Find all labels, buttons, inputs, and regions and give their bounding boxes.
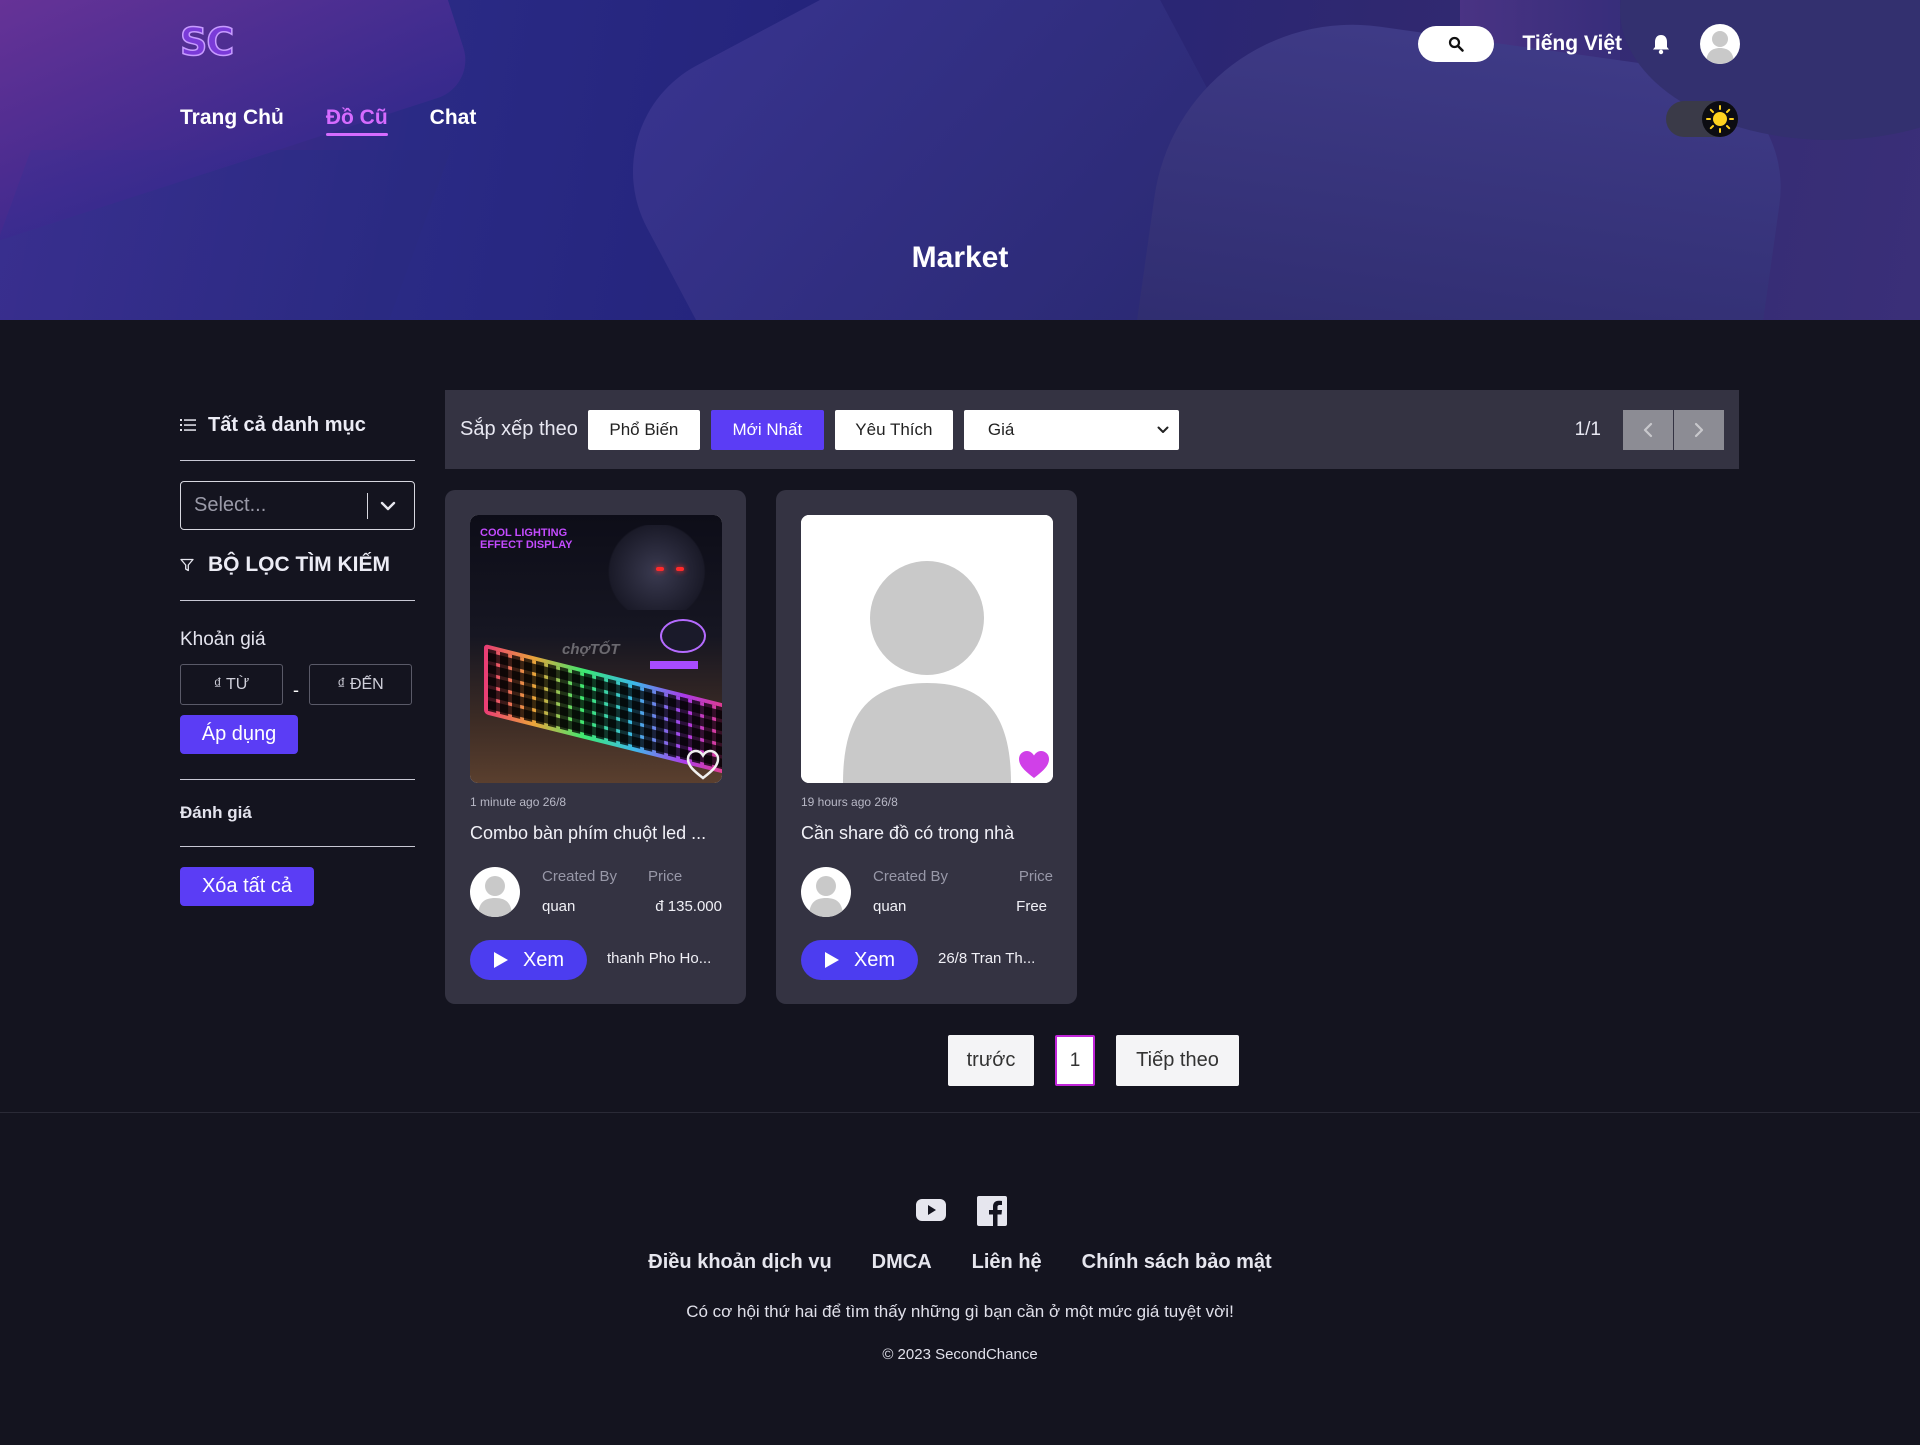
footer-link-dmca[interactable]: DMCA: [872, 1251, 932, 1274]
pagination-next[interactable]: Tiếp theo: [1116, 1035, 1239, 1086]
facebook-icon[interactable]: [977, 1196, 1007, 1226]
category-heading: Tất cả danh mục: [180, 400, 415, 450]
price-separator: -: [293, 680, 299, 700]
category-select[interactable]: Select...: [180, 481, 415, 530]
main-nav: Trang Chủ Đồ Cũ Chat: [180, 106, 476, 136]
nav-used-goods[interactable]: Đồ Cũ: [325, 106, 388, 136]
clear-all-button[interactable]: Xóa tất cả: [180, 867, 314, 906]
sort-price-select-value: Giá: [987, 419, 1015, 439]
list-icon: [180, 419, 196, 431]
product-location: 26/8 Tran Th...: [938, 950, 1036, 967]
user-avatar-icon: [1706, 31, 1734, 64]
footer-link-terms[interactable]: Điều khoản dịch vụ: [648, 1251, 831, 1274]
footer-links: Điều khoản dịch vụ DMCA Liên hệ Chính sá…: [0, 1251, 1920, 1274]
view-button-label: Xem: [853, 948, 896, 971]
image-headline: COOL LIGHTING EFFECT DISPLAY: [480, 527, 573, 551]
posted-time: 1 minute ago 26/8: [470, 795, 567, 809]
page-title: Market: [911, 241, 1009, 274]
user-avatar-icon: [809, 876, 843, 917]
prev-page-button[interactable]: [1623, 409, 1673, 450]
seller-name: quan: [542, 898, 576, 915]
product-title[interactable]: Combo bàn phím chuột led ...: [470, 823, 725, 844]
product-location: thanh Pho Ho...: [607, 950, 712, 967]
product-image[interactable]: COOL LIGHTING EFFECT DISPLAY chợTỐT: [470, 515, 722, 783]
sun-icon: [1706, 105, 1734, 133]
price-range-label: Khoản giá: [180, 629, 266, 650]
chevron-down-icon: [380, 501, 396, 510]
site-logo[interactable]: SC: [179, 19, 235, 65]
language-switcher[interactable]: Tiếng Việt: [1522, 32, 1622, 56]
filter-icon: [180, 558, 194, 572]
user-avatar[interactable]: [1700, 24, 1740, 64]
hero-banner: SC Tiếng Việt Trang Chủ Đồ Cũ Chat Marke…: [0, 0, 1920, 320]
view-button[interactable]: Xem: [470, 940, 587, 980]
category-select-placeholder: Select...: [194, 494, 267, 516]
created-by-label: Created By: [542, 868, 618, 885]
chevron-left-icon: [1643, 422, 1653, 437]
bell-icon: [1653, 35, 1669, 55]
footer-tagline: Có cơ hội thứ hai để tìm thấy những gì b…: [686, 1302, 1234, 1321]
play-icon: [824, 952, 839, 968]
pagination: trước 1 Tiếp theo: [948, 1035, 1239, 1086]
sort-newest-button[interactable]: Mới Nhất: [710, 409, 824, 450]
product-card[interactable]: 19 hours ago 26/8 Cần share đồ có trong …: [776, 490, 1077, 1004]
price-label: Price: [1018, 868, 1053, 885]
sort-label: Sắp xếp theo: [460, 418, 578, 440]
sort-popular-button[interactable]: Phổ Biến: [587, 409, 700, 450]
social-links: [915, 1196, 1007, 1226]
filter-sidebar: Tất cả danh mục Select... Bộ lọc tìm kiế…: [180, 400, 415, 906]
page-count: 1/1: [1574, 418, 1601, 440]
heart-filled-icon[interactable]: [1017, 749, 1051, 781]
pagination-page[interactable]: 1: [1055, 1035, 1095, 1086]
image-watermark: chợTỐT: [562, 641, 620, 658]
view-button-label: Xem: [522, 948, 565, 971]
footer-divider: [0, 1112, 1920, 1113]
seller-avatar[interactable]: [801, 867, 851, 917]
theme-toggle[interactable]: [1666, 101, 1738, 137]
chevron-down-icon: [1157, 426, 1169, 433]
user-avatar-icon: [478, 876, 512, 917]
view-button[interactable]: Xem: [801, 940, 918, 980]
next-page-button[interactable]: [1674, 409, 1724, 450]
chevron-right-icon: [1694, 422, 1704, 437]
heart-outline-icon[interactable]: [686, 749, 720, 781]
footer-copyright: © 2023 SecondChance: [882, 1346, 1038, 1363]
product-price: Free: [1016, 898, 1047, 915]
product-title[interactable]: Cần share đồ có trong nhà: [801, 823, 1056, 844]
nav-home[interactable]: Trang Chủ: [180, 106, 284, 136]
footer-link-contact[interactable]: Liên hệ: [972, 1251, 1042, 1274]
youtube-icon[interactable]: [915, 1196, 947, 1224]
posted-time: 19 hours ago 26/8: [801, 795, 898, 809]
footer-link-privacy[interactable]: Chính sách bảo mật: [1082, 1251, 1272, 1274]
product-card[interactable]: COOL LIGHTING EFFECT DISPLAY chợTỐT 1 mi…: [445, 490, 746, 1004]
default-avatar-image: [801, 515, 1053, 783]
search-filter-label: Bộ lọc tìm kiếm: [208, 553, 390, 576]
sort-favorite-button[interactable]: Yêu Thích: [834, 409, 953, 450]
seller-avatar[interactable]: [470, 867, 520, 917]
rating-label[interactable]: Đánh giá: [180, 780, 415, 846]
product-price: đ 135.000: [655, 898, 722, 915]
seller-name: quan: [873, 898, 907, 915]
sort-bar: Sắp xếp theo Phổ Biến Mới Nhất Yêu Thích…: [445, 390, 1739, 469]
search-filter-heading: Bộ lọc tìm kiếm: [180, 540, 415, 590]
product-image[interactable]: [801, 515, 1053, 783]
price-from-input[interactable]: ₫ TỪ: [180, 664, 283, 705]
search-button[interactable]: [1418, 26, 1495, 62]
price-label: Price: [648, 868, 683, 885]
apply-button[interactable]: Áp dụng: [180, 715, 298, 754]
play-icon: [493, 952, 508, 968]
price-to-input[interactable]: ₫ ĐẾN: [309, 664, 412, 705]
search-icon: [1449, 36, 1465, 52]
notification-bell[interactable]: [1650, 33, 1672, 55]
nav-chat[interactable]: Chat: [430, 106, 477, 136]
sort-price-select[interactable]: Giá: [963, 409, 1179, 450]
created-by-label: Created By: [873, 868, 949, 885]
pagination-prev[interactable]: trước: [948, 1035, 1034, 1086]
category-heading-label: Tất cả danh mục: [208, 413, 366, 436]
